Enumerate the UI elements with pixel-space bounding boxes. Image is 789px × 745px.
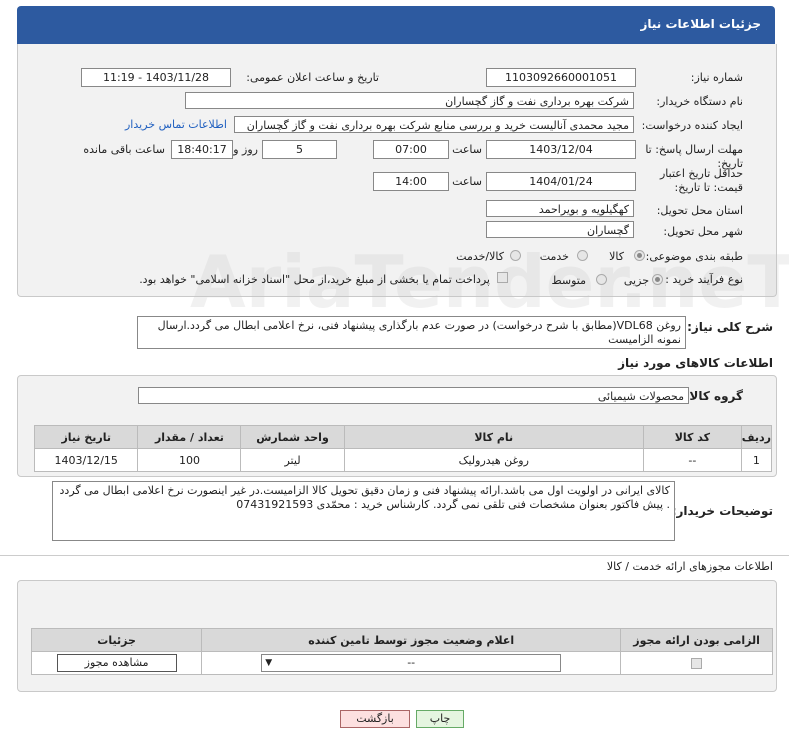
view-permit-button[interactable]: مشاهده مجوز [56,654,177,672]
category-radio-both[interactable] [510,250,521,261]
process-radio-minor[interactable] [652,274,663,285]
cell-qty: 100 [137,448,242,472]
chevron-down-icon: ▼ [265,658,273,668]
province-field: کهگیلویه و بویراحمد [486,200,634,217]
cell-code: -- [642,448,742,472]
category-label: طبقه بندی موضوعی: [645,250,743,263]
process-option-medium: متوسط [551,274,586,287]
col-details: جزئیات [30,628,203,652]
page-title: جزئیات اطلاعات نیاز [640,17,761,31]
print-button[interactable]: چاپ [416,710,464,728]
page-header: جزئیات اطلاعات نیاز [17,6,775,44]
creator-label: ایجاد کننده درخواست: [641,119,743,132]
goods-group-field: محصولات شیمیائی [138,387,689,404]
cell-status: -- ▼ [201,651,622,675]
col-name: نام کالا [343,425,644,449]
permits-table: الزامی بودن ارائه مجوز اعلام وضعیت مجوز … [30,628,773,675]
goods-section-title: اطلاعات کالاهای مورد نیاز [618,356,773,370]
deadline-time-label: ساعت [452,143,482,156]
buyer-org-field: شرکت بهره برداری نفت و گاز گچساران [185,92,634,109]
validity-time-field: 14:00 [373,172,449,191]
process-radio-medium[interactable] [596,274,607,285]
days-label: روز و [233,143,258,156]
col-qty: تعداد / مقدار [137,425,242,449]
deadline-date-field: 1403/12/04 [486,140,636,159]
col-unit: واحد شمارش [240,425,345,449]
category-radio-goods[interactable] [634,250,645,261]
permits-section-title: اطلاعات مجوزهای ارائه خدمت / کالا [606,560,773,573]
process-option-minor: جزیی [623,274,649,287]
validity-label: حداقل تاریخ اعتبار قیمت: تا تاریخ: [659,167,743,194]
cell-unit: لیتر [240,448,345,472]
permit-status-value: -- [407,656,416,669]
cell-name: روغن هیدرولیک [343,448,644,472]
category-option-goods: کالا [609,250,624,263]
need-number-field: 1103092660001051 [486,68,636,87]
table-row: -- ▼ مشاهده مجوز [30,651,773,675]
remaining-label: ساعت باقی مانده [83,143,165,156]
process-label: نوع فرآیند خرید : [665,273,743,286]
col-code: کد کالا [642,425,742,449]
goods-table: ردیف کد کالا نام کالا واحد شمارش تعداد /… [33,425,773,472]
required-checkbox [691,658,703,669]
category-option-service: خدمت [539,250,569,263]
col-required: الزامی بودن ارائه مجوز [620,628,773,652]
permits-table-header: الزامی بودن ارائه مجوز اعلام وضعیت مجوز … [30,628,773,652]
category-radio-service[interactable] [577,250,588,261]
col-date: تاریخ نیاز [33,425,139,449]
days-field: 5 [262,140,337,159]
announce-label: تاریخ و ساعت اعلان عمومی: [246,71,379,84]
permit-status-select[interactable]: -- ▼ [261,654,562,672]
cell-row-index: 1 [740,448,773,472]
cell-date: 1403/12/15 [33,448,139,472]
description-text: روغن VDL68(مطابق با شرح درخواست) در صورت… [137,316,686,349]
goods-table-header: ردیف کد کالا نام کالا واحد شمارش تعداد /… [33,425,773,449]
province-label: استان محل تحویل: [656,204,743,217]
deadline-time-field: 07:00 [373,140,449,159]
category-option-both: کالا/خدمت [456,250,504,263]
creator-field: مجید محمدی آنالیست خرید و بررسی منابع شر… [234,116,634,133]
cell-details: مشاهده مجوز [30,651,203,675]
goods-group-label: گروه کالا: [684,389,743,403]
buyer-notes-text: کالای ایرانی در اولویت اول می باشد.ارائه… [52,481,675,541]
announce-field: 1403/11/28 - 11:19 [81,68,231,87]
need-number-label: شماره نیاز: [690,71,743,84]
treasury-payment-checkbox[interactable] [497,272,508,283]
table-row: 1 -- روغن هیدرولیک لیتر 100 1403/12/15 [33,448,773,472]
validity-time-label: ساعت [452,175,482,188]
permits-divider [0,555,789,556]
col-row-index: ردیف [740,425,773,449]
remaining-time-field: 18:40:17 [171,140,233,159]
buyer-contact-link[interactable]: اطلاعات تماس خریدار [125,118,227,131]
back-button[interactable]: بازگشت [340,710,410,728]
buyer-notes-label: توضیحات خریدار: [671,504,773,518]
city-field: گچساران [486,221,634,238]
cell-required [620,651,773,675]
treasury-payment-note: پرداخت تمام یا بخشی از مبلغ خرید،از محل … [139,273,490,286]
col-status: اعلام وضعیت مجوز توسط تامین کننده [201,628,622,652]
description-label: شرح کلی نیاز: [687,320,773,334]
buyer-org-label: نام دستگاه خریدار: [656,95,743,108]
city-label: شهر محل تحویل: [663,225,743,238]
validity-date-field: 1404/01/24 [486,172,636,191]
